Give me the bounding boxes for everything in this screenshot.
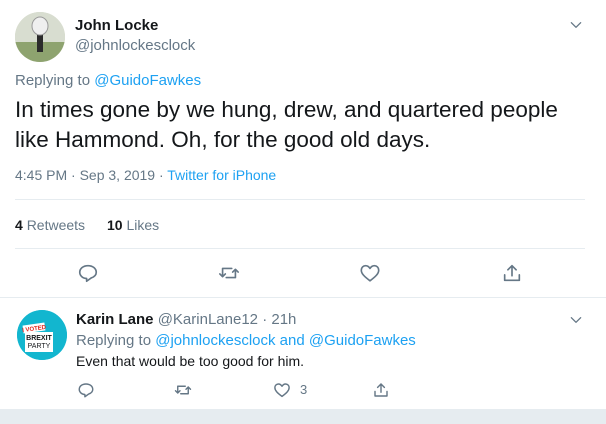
reply-author-name[interactable]: Karin Lane	[76, 311, 154, 328]
divider	[15, 248, 585, 249]
bottom-separator	[0, 409, 606, 424]
reply-header: Karin Lane @KarinLane12 · 21h	[76, 311, 296, 328]
reply-age[interactable]: · 21h	[262, 311, 296, 328]
reply-icon[interactable]	[76, 261, 100, 285]
retweets-label: Retweets	[26, 217, 86, 233]
like-icon[interactable]	[358, 261, 382, 285]
likes-stat[interactable]: 10 Likes	[107, 217, 159, 233]
retweets-stat[interactable]: 4 Retweets	[15, 217, 85, 233]
svg-text:PARTY: PARTY	[28, 343, 51, 350]
reply-replying-to-link-2[interactable]: @GuidoFawkes	[309, 332, 416, 349]
chevron-down-icon[interactable]	[566, 16, 586, 34]
divider	[0, 297, 606, 298]
tweet-meta: 4:45 PM · Sep 3, 2019 · Twitter for iPho…	[15, 167, 276, 183]
replying-to-link[interactable]: @GuidoFawkes	[94, 72, 201, 89]
retweet-icon[interactable]	[216, 261, 242, 285]
tweet-time[interactable]: 4:45 PM · Sep 3, 2019 ·	[15, 167, 164, 183]
divider	[15, 199, 585, 200]
replying-prefix: Replying to	[15, 72, 91, 89]
author-handle[interactable]: @johnlockesclock	[75, 37, 195, 54]
retweets-count: 4	[15, 217, 23, 233]
reply-replying-prefix: Replying to	[76, 332, 152, 349]
chevron-down-icon[interactable]	[566, 311, 586, 329]
author-avatar[interactable]	[15, 12, 65, 62]
brexit-party-logo: I VOTED BREXIT PARTY	[17, 310, 67, 360]
replying-to: Replying to @GuidoFawkes	[15, 72, 201, 89]
share-icon[interactable]	[371, 380, 391, 400]
avatar-image	[15, 12, 65, 62]
likes-label: Likes	[126, 217, 160, 233]
retweet-icon[interactable]	[172, 380, 194, 400]
reply-replying-and[interactable]: and	[280, 332, 305, 349]
reply-like-count[interactable]: 3	[300, 382, 307, 397]
author-name[interactable]: John Locke	[75, 17, 158, 34]
like-icon[interactable]	[272, 380, 292, 400]
reply-replying-to: Replying to @johnlockesclock and @GuidoF…	[76, 332, 416, 349]
share-icon[interactable]	[500, 261, 524, 285]
tweet-source[interactable]: Twitter for iPhone	[167, 167, 276, 183]
reply-author-handle[interactable]: @KarinLane12	[158, 311, 258, 328]
reply-replying-to-link-1[interactable]: @johnlockesclock	[155, 332, 275, 349]
reply-author-avatar[interactable]: I VOTED BREXIT PARTY	[17, 310, 67, 360]
svg-text:BREXIT: BREXIT	[26, 335, 52, 342]
likes-count: 10	[107, 217, 123, 233]
tweet-text: In times gone by we hung, drew, and quar…	[15, 97, 558, 152]
reply-icon[interactable]	[76, 380, 96, 400]
reply-text: Even that would be too good for him.	[76, 353, 305, 369]
